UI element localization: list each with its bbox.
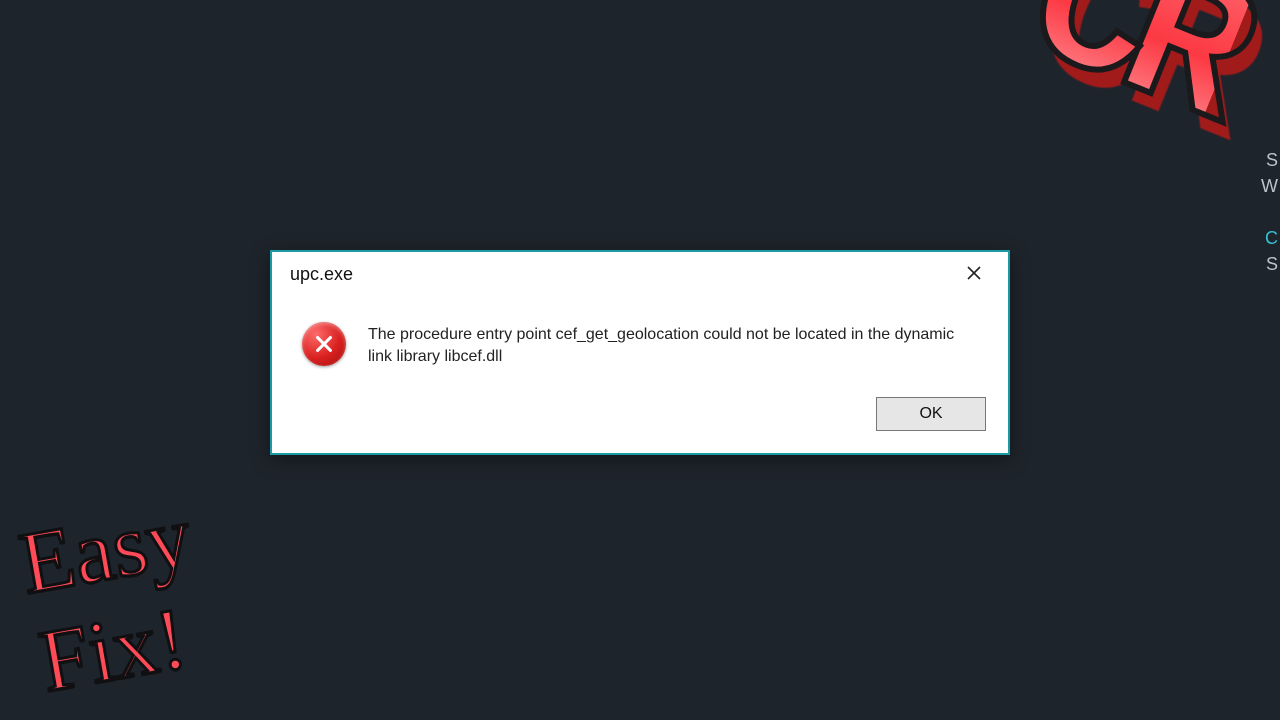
logo-shadow: CR: [1004, 0, 1275, 189]
logo-front: CR: [996, 0, 1267, 171]
ok-button[interactable]: OK: [876, 397, 986, 431]
error-icon: [302, 322, 346, 366]
sidebar-fragment: S: [1266, 150, 1278, 171]
sidebar-fragment: C: [1265, 228, 1278, 249]
error-message: The procedure entry point cef_get_geoloc…: [368, 322, 958, 367]
overlay-fix-text: Fix!: [32, 588, 194, 713]
close-icon: [966, 261, 982, 287]
dialog-buttons: OK: [272, 385, 1008, 453]
overlay-easy-text: Easy: [13, 486, 199, 615]
error-dialog: upc.exe The procedure entry point cef_ge…: [270, 250, 1010, 455]
dialog-titlebar: upc.exe: [272, 252, 1008, 296]
dialog-title: upc.exe: [290, 264, 353, 285]
channel-logo: CR CR CR: [984, 0, 1280, 254]
sidebar-fragment: W: [1261, 176, 1278, 197]
sidebar-fragment: S: [1266, 254, 1278, 275]
close-button[interactable]: [950, 256, 998, 292]
logo-outline: CR: [984, 0, 1280, 254]
dialog-content: The procedure entry point cef_get_geoloc…: [272, 296, 1008, 385]
